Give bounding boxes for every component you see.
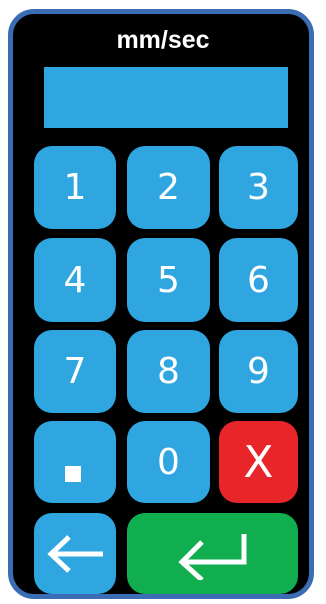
decimal-point-icon xyxy=(65,466,81,482)
decimal-point-button[interactable] xyxy=(34,421,116,503)
value-display xyxy=(44,67,288,128)
key-9-label: 9 xyxy=(247,351,270,392)
key-0-button[interactable]: 0 xyxy=(127,421,210,503)
unit-title: mm/sec xyxy=(116,26,210,54)
key-7-label: 7 xyxy=(63,351,87,392)
key-4-button[interactable]: 4 xyxy=(34,238,116,322)
key-2-button[interactable]: 2 xyxy=(127,146,210,229)
key-2-label: 2 xyxy=(157,167,180,208)
key-5-label: 5 xyxy=(157,259,180,301)
key-7-button[interactable]: 7 xyxy=(34,330,116,413)
key-6-label: 6 xyxy=(247,259,270,301)
key-3-button[interactable]: 3 xyxy=(219,146,298,229)
key-3-label: 3 xyxy=(247,167,270,208)
key-8-label: 8 xyxy=(157,351,180,392)
key-1-label: 1 xyxy=(63,167,87,208)
key-1-button[interactable]: 1 xyxy=(34,146,116,229)
cancel-button[interactable]: X xyxy=(219,421,298,503)
key-8-button[interactable]: 8 xyxy=(127,330,210,413)
key-9-button[interactable]: 9 xyxy=(219,330,298,413)
arrow-left-icon xyxy=(43,534,107,574)
key-4-label: 4 xyxy=(63,259,87,301)
enter-button[interactable] xyxy=(127,513,298,594)
cancel-label: X xyxy=(243,436,274,488)
enter-icon xyxy=(170,528,256,580)
key-0-label: 0 xyxy=(157,441,180,483)
backspace-button[interactable] xyxy=(34,513,116,594)
key-6-button[interactable]: 6 xyxy=(219,238,298,322)
key-5-button[interactable]: 5 xyxy=(127,238,210,322)
